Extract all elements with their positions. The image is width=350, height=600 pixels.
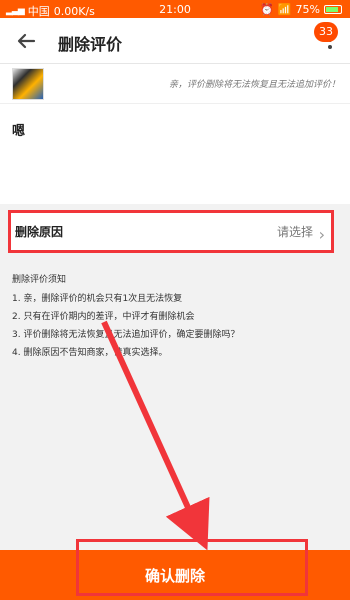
alarm-icon: ⏰	[260, 3, 274, 16]
page-header: 删除评价 33	[0, 18, 350, 64]
delete-notice: 删除评价须知 1. 亲，删除评价的机会只有1次且无法恢复 2. 只有在评价期内的…	[0, 262, 350, 362]
notice-item: 1. 亲，删除评价的机会只有1次且无法恢复	[12, 294, 183, 304]
notice-item: 2. 只有在评价期内的差评，中评才有删除机会	[12, 312, 195, 322]
delete-reason-label: 删除原因	[15, 225, 64, 239]
back-button[interactable]	[14, 28, 40, 54]
product-row: 亲，评价删除将无法恢复且无法追加评价！	[0, 64, 350, 104]
arrow-left-icon	[17, 33, 36, 49]
battery-icon	[324, 5, 342, 14]
comment-box: 嗯	[0, 104, 350, 204]
chevron-right-icon: ›	[318, 225, 325, 244]
notice-item: 4. 删除原因不告知商家，请真实选择。	[12, 348, 168, 358]
wifi-icon: 📶	[277, 3, 292, 16]
delete-reason-placeholder: 请选择	[276, 225, 313, 239]
status-bar: ▂▃▅ 中国 0.00K/s 21:00 ⏰ 📶 75%	[0, 0, 350, 18]
delete-warning-text: 亲，评价删除将无法恢复且无法追加评价！	[168, 80, 340, 90]
delete-reason-row[interactable]: 删除原因 请选择 ›	[8, 210, 334, 253]
product-thumbnail	[12, 68, 44, 100]
status-right: ⏰ 📶 75%	[260, 3, 342, 16]
page-title: 删除评价	[58, 35, 123, 54]
notice-item: 3. 评价删除将无法恢复且无法追加评价，确定要删除吗？	[12, 330, 240, 340]
battery-percent: 75%	[295, 3, 320, 16]
notice-title: 删除评价须知	[12, 275, 67, 285]
confirm-button-highlight	[76, 539, 308, 596]
notification-badge: 33	[314, 22, 338, 42]
comment-text: 嗯	[12, 124, 26, 139]
more-dot-icon	[328, 45, 332, 49]
